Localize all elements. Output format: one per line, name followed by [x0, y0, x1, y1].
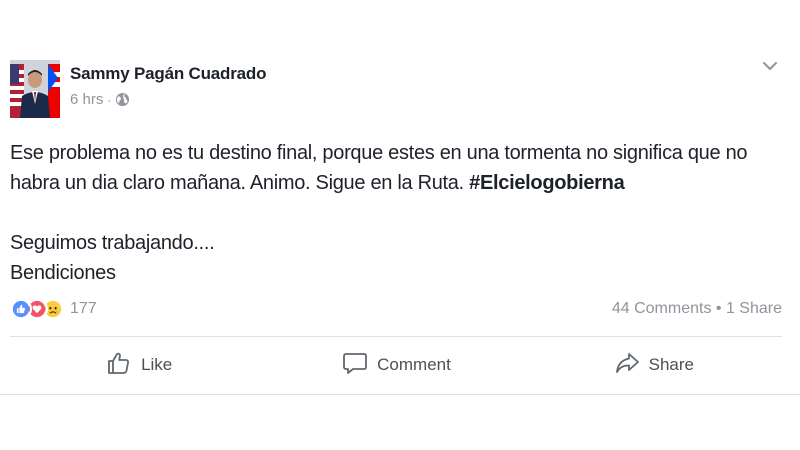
- avatar[interactable]: [10, 60, 60, 118]
- author-name[interactable]: Sammy Pagán Cuadrado: [70, 64, 266, 84]
- action-bar: Like Comment Share: [10, 340, 782, 390]
- meta-separator: ·: [107, 92, 112, 107]
- like-reaction-icon: [10, 298, 32, 320]
- counts-separator: •: [711, 300, 726, 317]
- post-text-line: Seguimos trabajando....: [10, 232, 215, 254]
- reactions-summary[interactable]: 177: [10, 298, 97, 320]
- chevron-down-icon[interactable]: [760, 56, 780, 76]
- post-stats: 177 44 Comments • 1 Share: [10, 296, 782, 324]
- engagement-counts: 44 Comments • 1 Share: [612, 300, 782, 318]
- like-label: Like: [141, 355, 173, 374]
- timestamp[interactable]: 6 hrs: [70, 91, 103, 108]
- post-meta: 6 hrs ·: [70, 91, 130, 108]
- thumbs-up-icon: [105, 349, 133, 382]
- hashtag-link[interactable]: #Elcielogobierna: [469, 172, 625, 194]
- shares-count[interactable]: 1 Share: [726, 300, 782, 317]
- comments-count[interactable]: 44 Comments: [612, 300, 712, 317]
- comment-icon: [341, 349, 369, 382]
- post-body: Ese problema no es tu destino final, por…: [10, 138, 790, 288]
- post-card: Sammy Pagán Cuadrado 6 hrs · Ese problem…: [0, 0, 800, 395]
- like-button[interactable]: Like: [10, 340, 267, 390]
- globe-icon[interactable]: [115, 92, 130, 107]
- comment-button[interactable]: Comment: [267, 340, 524, 390]
- avatar-image: [10, 60, 60, 118]
- comment-label: Comment: [377, 355, 451, 374]
- post-text-paragraph: Ese problema no es tu destino final, por…: [10, 138, 790, 198]
- share-button[interactable]: Share: [525, 340, 782, 390]
- reaction-count[interactable]: 177: [70, 300, 97, 318]
- share-arrow-icon: [613, 349, 641, 382]
- divider: [10, 336, 782, 337]
- post-text-line: Bendiciones: [10, 262, 116, 284]
- post-text: Ese problema no es tu destino final, por…: [10, 142, 748, 194]
- post-header: Sammy Pagán Cuadrado 6 hrs ·: [10, 58, 790, 120]
- share-label: Share: [648, 355, 694, 374]
